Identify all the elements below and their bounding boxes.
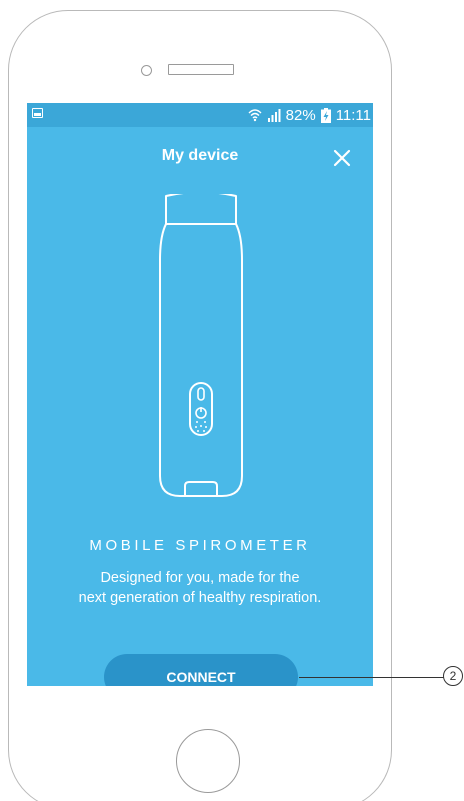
connect-button[interactable]: CONNECT (104, 654, 298, 686)
close-icon[interactable] (331, 147, 353, 169)
product-title: MOBILE SPIROMETER (89, 537, 311, 554)
status-indicators: 82% 11:11 (248, 104, 371, 126)
app-screen: 82% 11:11 My device MOBILE SPIROMETER De… (27, 103, 373, 686)
page-title: My device (161, 147, 239, 164)
battery-percent: 82% (285, 106, 316, 124)
signal-icon (267, 109, 281, 122)
status-bar: 82% 11:11 (27, 103, 373, 127)
product-description: Designed for you, made for the next gene… (27, 568, 373, 608)
canvas: 82% 11:11 My device MOBILE SPIROMETER De… (0, 0, 464, 801)
front-camera (141, 65, 152, 76)
home-button[interactable] (176, 729, 240, 793)
title-bar: My device (27, 139, 373, 175)
image-notification-icon (32, 108, 43, 118)
clock: 11:11 (335, 106, 371, 124)
description-line-2: next generation of healthy respiration. (78, 590, 322, 606)
callout-line (299, 677, 444, 678)
description-line-1: Designed for you, made for the (100, 570, 300, 586)
callout-badge: 2 (443, 666, 463, 686)
battery-charging-icon (320, 107, 331, 123)
earpiece-speaker (168, 64, 234, 75)
spirometer-device-illustration (159, 194, 243, 497)
wifi-icon (248, 109, 262, 122)
